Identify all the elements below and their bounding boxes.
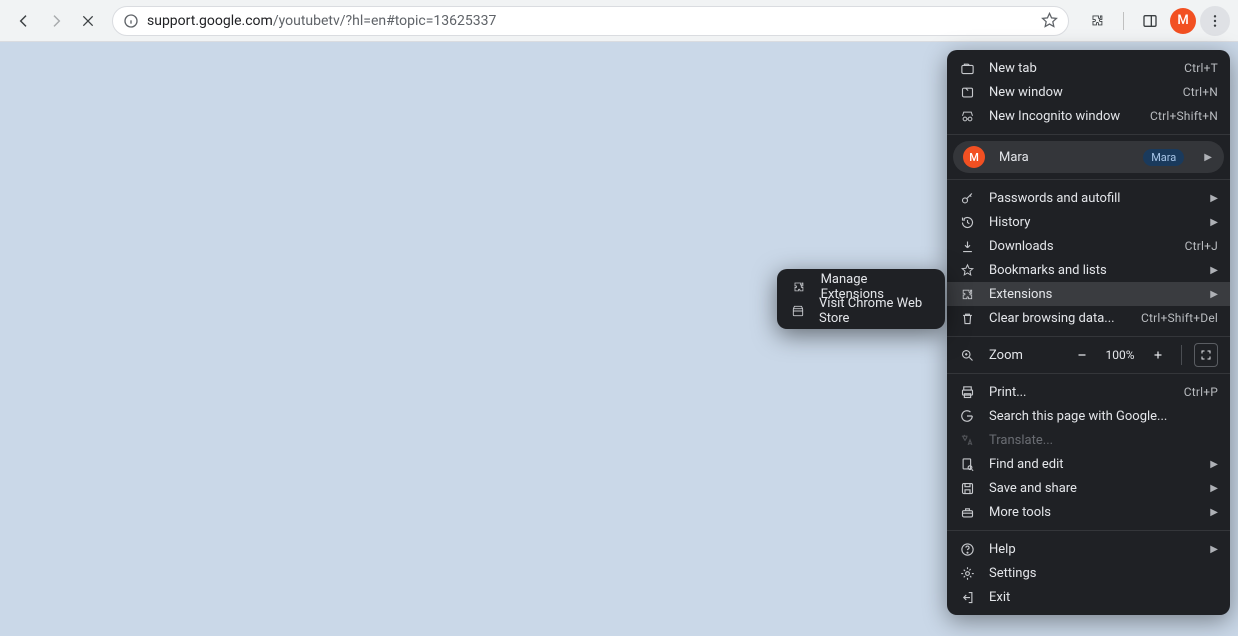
menu-profile[interactable]: M Mara Mara ▶ bbox=[953, 141, 1224, 173]
menu-zoom: Zoom 100% bbox=[947, 343, 1230, 367]
document-search-icon bbox=[959, 457, 975, 472]
back-button[interactable] bbox=[8, 5, 40, 37]
fullscreen-button[interactable] bbox=[1194, 343, 1218, 367]
gear-icon bbox=[959, 566, 975, 581]
toolbar-right: M bbox=[1081, 5, 1230, 37]
menu-separator bbox=[947, 179, 1230, 180]
menu-passwords[interactable]: Passwords and autofill ▶ bbox=[947, 186, 1230, 210]
trash-icon bbox=[959, 311, 975, 326]
zoom-divider bbox=[1181, 345, 1182, 365]
toolbar-divider bbox=[1123, 12, 1124, 30]
menu-new-tab[interactable]: New tab Ctrl+T bbox=[947, 56, 1230, 80]
download-icon bbox=[959, 239, 975, 254]
menu-more-tools[interactable]: More tools ▶ bbox=[947, 500, 1230, 524]
profile-avatar[interactable]: M bbox=[1170, 8, 1196, 34]
translate-icon bbox=[959, 433, 975, 448]
site-info-icon[interactable] bbox=[123, 13, 139, 29]
menu-help[interactable]: Help ▶ bbox=[947, 537, 1230, 561]
chevron-right-icon: ▶ bbox=[1210, 193, 1218, 204]
menu-separator bbox=[947, 530, 1230, 531]
star-icon bbox=[959, 263, 975, 278]
forward-button[interactable] bbox=[40, 5, 72, 37]
side-panel-button[interactable] bbox=[1134, 5, 1166, 37]
window-icon bbox=[959, 85, 975, 100]
browser-toolbar: support.google.com/youtubetv/?hl=en#topi… bbox=[0, 0, 1238, 42]
toolbox-icon bbox=[959, 505, 975, 520]
puzzle-icon bbox=[791, 280, 807, 294]
menu-settings[interactable]: Settings bbox=[947, 561, 1230, 585]
chevron-right-icon: ▶ bbox=[1210, 289, 1218, 300]
zoom-out-button[interactable] bbox=[1071, 344, 1093, 366]
menu-downloads[interactable]: Downloads Ctrl+J bbox=[947, 234, 1230, 258]
address-bar[interactable]: support.google.com/youtubetv/?hl=en#topi… bbox=[112, 6, 1069, 36]
menu-separator bbox=[947, 134, 1230, 135]
menu-history[interactable]: History ▶ bbox=[947, 210, 1230, 234]
menu-extensions[interactable]: Extensions ▶ bbox=[947, 282, 1230, 306]
fullscreen-icon bbox=[1200, 349, 1212, 361]
bookmark-star-icon[interactable] bbox=[1041, 12, 1058, 29]
chevron-right-icon: ▶ bbox=[1210, 459, 1218, 470]
chevron-right-icon: ▶ bbox=[1210, 217, 1218, 228]
menu-new-window[interactable]: New window Ctrl+N bbox=[947, 80, 1230, 104]
exit-icon bbox=[959, 590, 975, 605]
menu-search-page[interactable]: Search this page with Google... bbox=[947, 404, 1230, 428]
extensions-button[interactable] bbox=[1081, 5, 1113, 37]
profile-badge: Mara bbox=[1143, 149, 1184, 166]
close-icon bbox=[81, 14, 95, 28]
submenu-web-store[interactable]: Visit Chrome Web Store bbox=[777, 299, 945, 323]
chevron-right-icon: ▶ bbox=[1210, 544, 1218, 555]
google-icon bbox=[959, 409, 975, 423]
chevron-right-icon: ▶ bbox=[1210, 507, 1218, 518]
arrow-right-icon bbox=[48, 13, 64, 29]
incognito-icon bbox=[959, 109, 975, 124]
menu-button[interactable] bbox=[1200, 6, 1230, 36]
zoom-icon bbox=[959, 348, 975, 363]
chevron-right-icon: ▶ bbox=[1210, 483, 1218, 494]
history-icon bbox=[959, 215, 975, 230]
menu-translate: Translate... bbox=[947, 428, 1230, 452]
menu-separator bbox=[947, 336, 1230, 337]
print-icon bbox=[959, 385, 975, 400]
chevron-right-icon: ▶ bbox=[1204, 152, 1212, 163]
menu-bookmarks[interactable]: Bookmarks and lists ▶ bbox=[947, 258, 1230, 282]
menu-print[interactable]: Print... Ctrl+P bbox=[947, 380, 1230, 404]
save-icon bbox=[959, 481, 975, 496]
dots-vertical-icon bbox=[1207, 13, 1223, 29]
puzzle-icon bbox=[1089, 12, 1106, 29]
menu-save-share[interactable]: Save and share ▶ bbox=[947, 476, 1230, 500]
chrome-menu: New tab Ctrl+T New window Ctrl+N New Inc… bbox=[947, 50, 1230, 615]
zoom-in-button[interactable] bbox=[1147, 344, 1169, 366]
panel-icon bbox=[1142, 13, 1158, 29]
menu-new-incognito[interactable]: New Incognito window Ctrl+Shift+N bbox=[947, 104, 1230, 128]
menu-exit[interactable]: Exit bbox=[947, 585, 1230, 609]
menu-find-edit[interactable]: Find and edit ▶ bbox=[947, 452, 1230, 476]
menu-separator bbox=[947, 373, 1230, 374]
tab-icon bbox=[959, 61, 975, 76]
arrow-left-icon bbox=[16, 13, 32, 29]
store-icon bbox=[791, 304, 805, 318]
url-text: support.google.com/youtubetv/?hl=en#topi… bbox=[147, 13, 496, 29]
extensions-submenu: Manage Extensions Visit Chrome Web Store bbox=[777, 269, 945, 329]
zoom-value: 100% bbox=[1103, 348, 1137, 362]
menu-clear-data[interactable]: Clear browsing data... Ctrl+Shift+Del bbox=[947, 306, 1230, 330]
stop-button[interactable] bbox=[72, 5, 104, 37]
profile-avatar-small: M bbox=[963, 146, 985, 168]
key-icon bbox=[959, 191, 975, 206]
chevron-right-icon: ▶ bbox=[1210, 265, 1218, 276]
puzzle-icon bbox=[959, 287, 975, 302]
help-icon bbox=[959, 542, 975, 557]
